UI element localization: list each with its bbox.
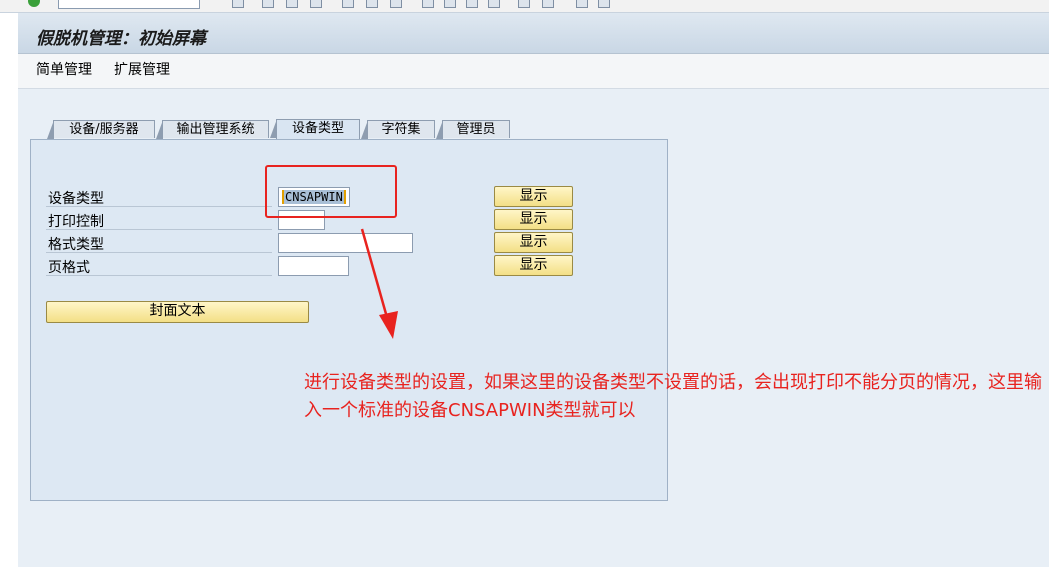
- cover-text-button[interactable]: 封面文本: [46, 301, 309, 323]
- command-field[interactable]: [58, 0, 200, 9]
- tab-device-types[interactable]: 设备类型: [270, 119, 360, 139]
- find-next-icon[interactable]: [390, 0, 402, 8]
- tab-character-sets[interactable]: 字符集: [361, 120, 435, 139]
- next-page-icon[interactable]: [466, 0, 478, 8]
- label-underline: [46, 206, 272, 207]
- application-toolbar: 简单管理 扩展管理: [18, 54, 1049, 89]
- label-underline: [46, 275, 272, 276]
- label-underline: [46, 252, 272, 253]
- menu-simple-admin[interactable]: 简单管理: [36, 59, 92, 79]
- show-device-type-button[interactable]: 显示: [494, 186, 573, 207]
- print-icon[interactable]: [342, 0, 354, 8]
- show-format-type-button[interactable]: 显示: [494, 232, 573, 253]
- cancel-icon[interactable]: [310, 0, 322, 8]
- find-icon[interactable]: [366, 0, 378, 8]
- annotation-highlight-box: [265, 165, 397, 218]
- last-page-icon[interactable]: [488, 0, 500, 8]
- title-bar: 假脱机管理：初始屏幕: [18, 13, 1049, 54]
- menu-extended-admin[interactable]: 扩展管理: [114, 59, 170, 79]
- tab-output-management[interactable]: 输出管理系统: [156, 120, 269, 139]
- prev-page-icon[interactable]: [444, 0, 456, 8]
- system-toolbar: [0, 0, 1049, 13]
- label-print-control: 打印控制: [48, 214, 104, 230]
- back-icon[interactable]: [262, 0, 274, 8]
- show-page-format-button[interactable]: 显示: [494, 255, 573, 276]
- shortcut-icon[interactable]: [542, 0, 554, 8]
- enter-icon[interactable]: [28, 0, 40, 7]
- left-margin: [0, 13, 18, 567]
- save-icon[interactable]: [232, 0, 244, 8]
- show-print-control-button[interactable]: 显示: [494, 209, 573, 230]
- annotation-arrow-icon: [360, 228, 398, 339]
- label-page-format: 页格式: [48, 260, 90, 276]
- help-icon[interactable]: [576, 0, 588, 8]
- label-underline: [46, 229, 272, 230]
- tab-devices-servers[interactable]: 设备/服务器: [47, 120, 155, 139]
- exit-icon[interactable]: [286, 0, 298, 8]
- label-device-type: 设备类型: [48, 191, 104, 207]
- layout-icon[interactable]: [598, 0, 610, 8]
- tab-administrator[interactable]: 管理员: [436, 120, 510, 139]
- page-title: 假脱机管理：初始屏幕: [36, 29, 206, 49]
- page-format-input[interactable]: [278, 256, 349, 276]
- label-format-type: 格式类型: [48, 237, 104, 253]
- first-page-icon[interactable]: [422, 0, 434, 8]
- new-session-icon[interactable]: [518, 0, 530, 8]
- annotation-text: 进行设备类型的设置，如果这里的设备类型不设置的话，会出现打印不能分页的情况，这里…: [304, 372, 1042, 421]
